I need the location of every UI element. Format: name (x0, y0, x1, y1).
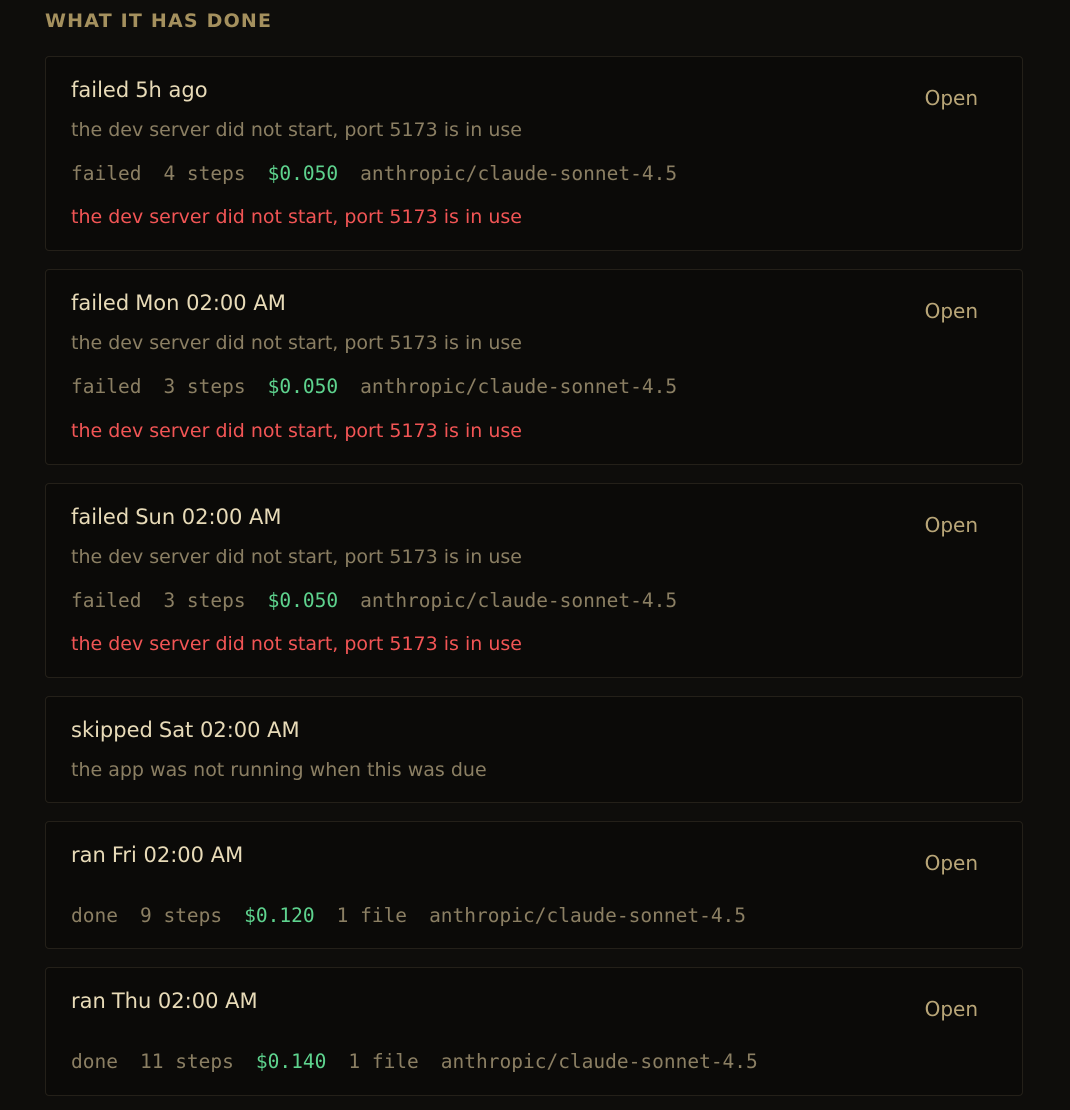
run-status-word: failed (71, 505, 130, 529)
run-title: failed Sun 02:00 AM (71, 505, 288, 529)
run-card: failed Sun 02:00 AM Open the dev server d… (45, 483, 1023, 678)
run-time: Thu 02:00 AM (111, 989, 258, 1013)
run-status-word: skipped (71, 718, 153, 742)
run-cost: $0.140 (255, 1050, 327, 1073)
run-status-word: failed (71, 78, 130, 102)
run-meta-status: failed (71, 375, 142, 398)
run-cost: $0.120 (244, 904, 315, 927)
run-model: anthropic/claude-sonnet-4.5 (360, 589, 678, 612)
run-error: the dev server did not start, port 5173 … (71, 206, 522, 228)
run-cost: $0.050 (267, 375, 339, 398)
run-card: failed 5h ago Open the dev server did not… (45, 56, 1023, 251)
run-title: ran Fri 02:00 AM (71, 843, 249, 867)
run-model: anthropic/claude-sonnet-4.5 (429, 904, 747, 927)
run-time: 5h ago (135, 78, 208, 102)
run-card: ran Fri 02:00 AM Open done 9 steps $0.120 1 … (45, 821, 1023, 949)
run-title: failed Mon 02:00 AM (71, 291, 292, 315)
run-meta-status: failed (71, 162, 142, 185)
run-steps: 11 steps (139, 1050, 234, 1073)
run-files: 1 file (348, 1050, 419, 1073)
run-steps: 9 steps (139, 904, 223, 927)
run-steps: 3 steps (163, 375, 246, 398)
run-card: ran Thu 02:00 AM Open done 11 steps $0.140 1… (45, 967, 1023, 1096)
run-title: failed 5h ago (71, 78, 214, 102)
run-model: anthropic/claude-sonnet-4.5 (440, 1050, 758, 1073)
run-description: the dev server did not start, port 5173 … (71, 546, 522, 568)
run-meta-status: done (71, 904, 118, 927)
run-error: the dev server did not start, port 5173 … (71, 633, 522, 655)
run-title: skipped Sat 02:00 AM (71, 718, 306, 742)
run-cost: $0.050 (267, 589, 339, 612)
open-run-button[interactable]: Open (925, 997, 978, 1021)
run-status-word: failed (71, 291, 130, 315)
run-meta: done 9 steps $0.120 1 file anthropic/claude-… (71, 904, 768, 927)
run-meta: failed 3 steps $0.050 anthropic/claude-sonn… (71, 589, 699, 612)
run-meta-status: failed (71, 589, 142, 612)
open-run-button[interactable]: Open (925, 513, 978, 537)
run-model: anthropic/claude-sonnet-4.5 (360, 162, 678, 185)
section-title: WHAT IT HAS DONE (45, 10, 273, 32)
run-status-word: ran (71, 989, 106, 1013)
run-meta: failed 4 steps $0.050 anthropic/claude-sonn… (71, 162, 699, 185)
run-time: Mon 02:00 AM (135, 291, 286, 315)
run-files: 1 file (336, 904, 408, 927)
run-meta: done 11 steps $0.140 1 file anthropic/claude… (71, 1050, 780, 1073)
run-card: failed Mon 02:00 AM Open the dev server d… (45, 269, 1023, 465)
run-meta-status: done (71, 1050, 118, 1073)
open-run-button[interactable]: Open (925, 299, 978, 323)
run-steps: 3 steps (163, 589, 246, 612)
run-time: Sat 02:00 AM (158, 718, 300, 742)
run-error: the dev server did not start, port 5173 … (71, 420, 522, 442)
run-status-word: ran (71, 843, 106, 867)
run-description: the dev server did not start, port 5173 … (71, 332, 522, 354)
run-description: the dev server did not start, port 5173 … (71, 119, 522, 141)
run-time: Sun 02:00 AM (135, 505, 282, 529)
run-description: the app was not running when this was du… (71, 759, 487, 781)
run-title: ran Thu 02:00 AM (71, 989, 264, 1013)
run-model: anthropic/claude-sonnet-4.5 (360, 375, 678, 398)
run-time: Fri 02:00 AM (111, 843, 244, 867)
run-meta: failed 3 steps $0.050 anthropic/claude-sonn… (71, 375, 699, 398)
run-card: skipped Sat 02:00 AM the app was not runn… (45, 696, 1023, 803)
run-steps: 4 steps (163, 162, 246, 185)
run-history-panel: WHAT IT HAS DONE failed 5h ago Open the d… (0, 0, 1070, 1110)
run-cost: $0.050 (267, 162, 339, 185)
open-run-button[interactable]: Open (925, 86, 978, 110)
open-run-button[interactable]: Open (925, 851, 978, 875)
